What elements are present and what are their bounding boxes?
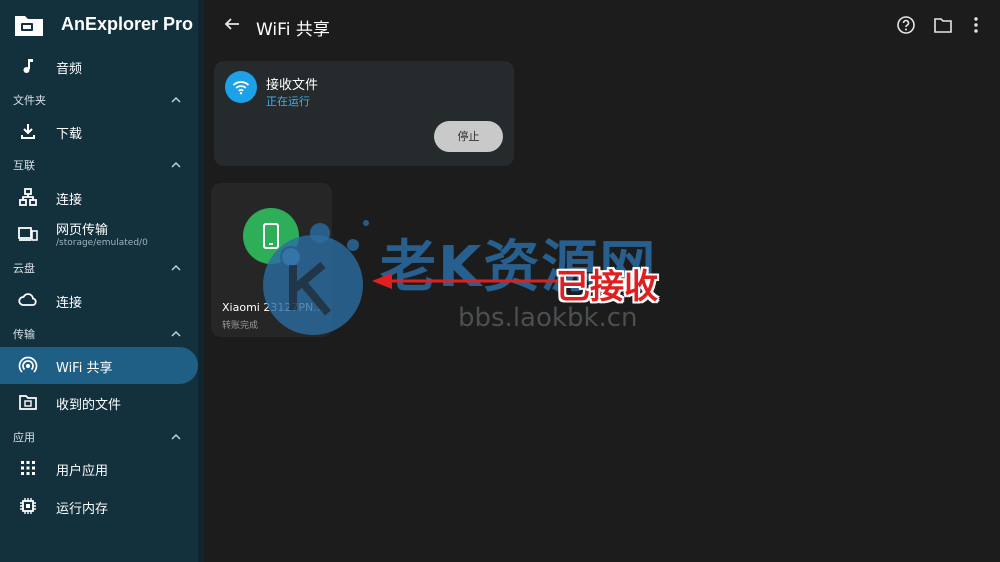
section-folders[interactable]: 文件夹 (0, 88, 198, 112)
annotation-label: 已接收 (556, 267, 658, 307)
sidebar-item-downloads[interactable]: 下载 (0, 113, 198, 150)
received-folder-icon (19, 395, 37, 410)
sidebar-item-label: 下载 (56, 127, 83, 142)
sidebar: AnExplorer Pro 音频 文件夹 下载 互联 连接 网页传输 /sto… (0, 0, 204, 562)
app-title: AnExplorer Pro (61, 14, 194, 34)
sidebar-item-audio[interactable]: 音频 (0, 48, 198, 85)
sidebar-item-user-apps[interactable]: 用户应用 (0, 450, 198, 487)
section-label: 云盘 (13, 262, 35, 275)
card-status: 正在运行 (266, 95, 310, 108)
wifi-status-avatar (225, 71, 257, 103)
annotation-arrow-icon (372, 273, 565, 289)
sidebar-item-web-transfer[interactable]: 网页传输 /storage/emulated/0 (0, 216, 198, 253)
sidebar-scroll-edge (198, 0, 204, 562)
wifi-tethering-icon (18, 356, 38, 373)
chevron-up-icon (171, 264, 181, 271)
devices-icon (18, 227, 38, 241)
music-note-icon (23, 59, 33, 73)
sidebar-item-label: 收到的文件 (56, 398, 122, 413)
section-cloud[interactable]: 云盘 (0, 256, 198, 280)
section-network[interactable]: 互联 (0, 153, 198, 177)
folder-icon[interactable] (933, 15, 953, 35)
app-header: AnExplorer Pro (0, 0, 204, 52)
sidebar-item-wifi-share[interactable]: WiFi 共享 (0, 347, 198, 384)
sidebar-item-label: 用户应用 (56, 464, 109, 479)
sidebar-item-label: WiFi 共享 (56, 361, 113, 376)
download-icon (21, 124, 35, 139)
wifi-icon (232, 81, 250, 95)
folder-logo-icon (15, 16, 43, 36)
page-title: WiFi 共享 (256, 20, 330, 40)
cloud-icon (18, 293, 37, 306)
chevron-up-icon (171, 433, 181, 440)
section-label: 应用 (13, 431, 35, 444)
watermark-logo-icon (263, 220, 369, 335)
card-title: 接收文件 (266, 78, 319, 93)
network-icon (19, 188, 37, 206)
section-transfer[interactable]: 传输 (0, 322, 198, 346)
sidebar-item-label: 音频 (56, 62, 83, 77)
chevron-up-icon (171, 330, 181, 337)
section-apps[interactable]: 应用 (0, 425, 198, 449)
sidebar-item-path: /storage/emulated/0 (56, 238, 148, 248)
section-label: 互联 (13, 159, 35, 172)
back-arrow-icon[interactable] (222, 14, 242, 34)
sidebar-item-label: 连接 (56, 296, 83, 311)
device-status: 转账完成 (222, 321, 259, 331)
sidebar-item-label: 运行内存 (56, 502, 109, 517)
help-icon[interactable] (896, 15, 916, 35)
apps-grid-icon (21, 461, 35, 475)
sidebar-item-connect[interactable]: 连接 (0, 179, 198, 216)
receive-files-card: 接收文件 正在运行 停止 (214, 61, 514, 166)
section-label: 文件夹 (13, 94, 46, 107)
more-vert-icon[interactable] (966, 15, 986, 35)
sidebar-item-memory[interactable]: 运行内存 (0, 488, 198, 525)
chevron-up-icon (171, 161, 181, 168)
sidebar-item-label: 连接 (56, 193, 83, 208)
chevron-up-icon (171, 96, 181, 103)
section-label: 传输 (13, 328, 35, 341)
sidebar-item-label: 网页传输 (56, 223, 109, 238)
sidebar-item-received-files[interactable]: 收到的文件 (0, 384, 198, 421)
sidebar-item-cloud-connect[interactable]: 连接 (0, 282, 198, 319)
stop-button[interactable]: 停止 (434, 121, 503, 152)
memory-chip-icon (20, 498, 36, 514)
